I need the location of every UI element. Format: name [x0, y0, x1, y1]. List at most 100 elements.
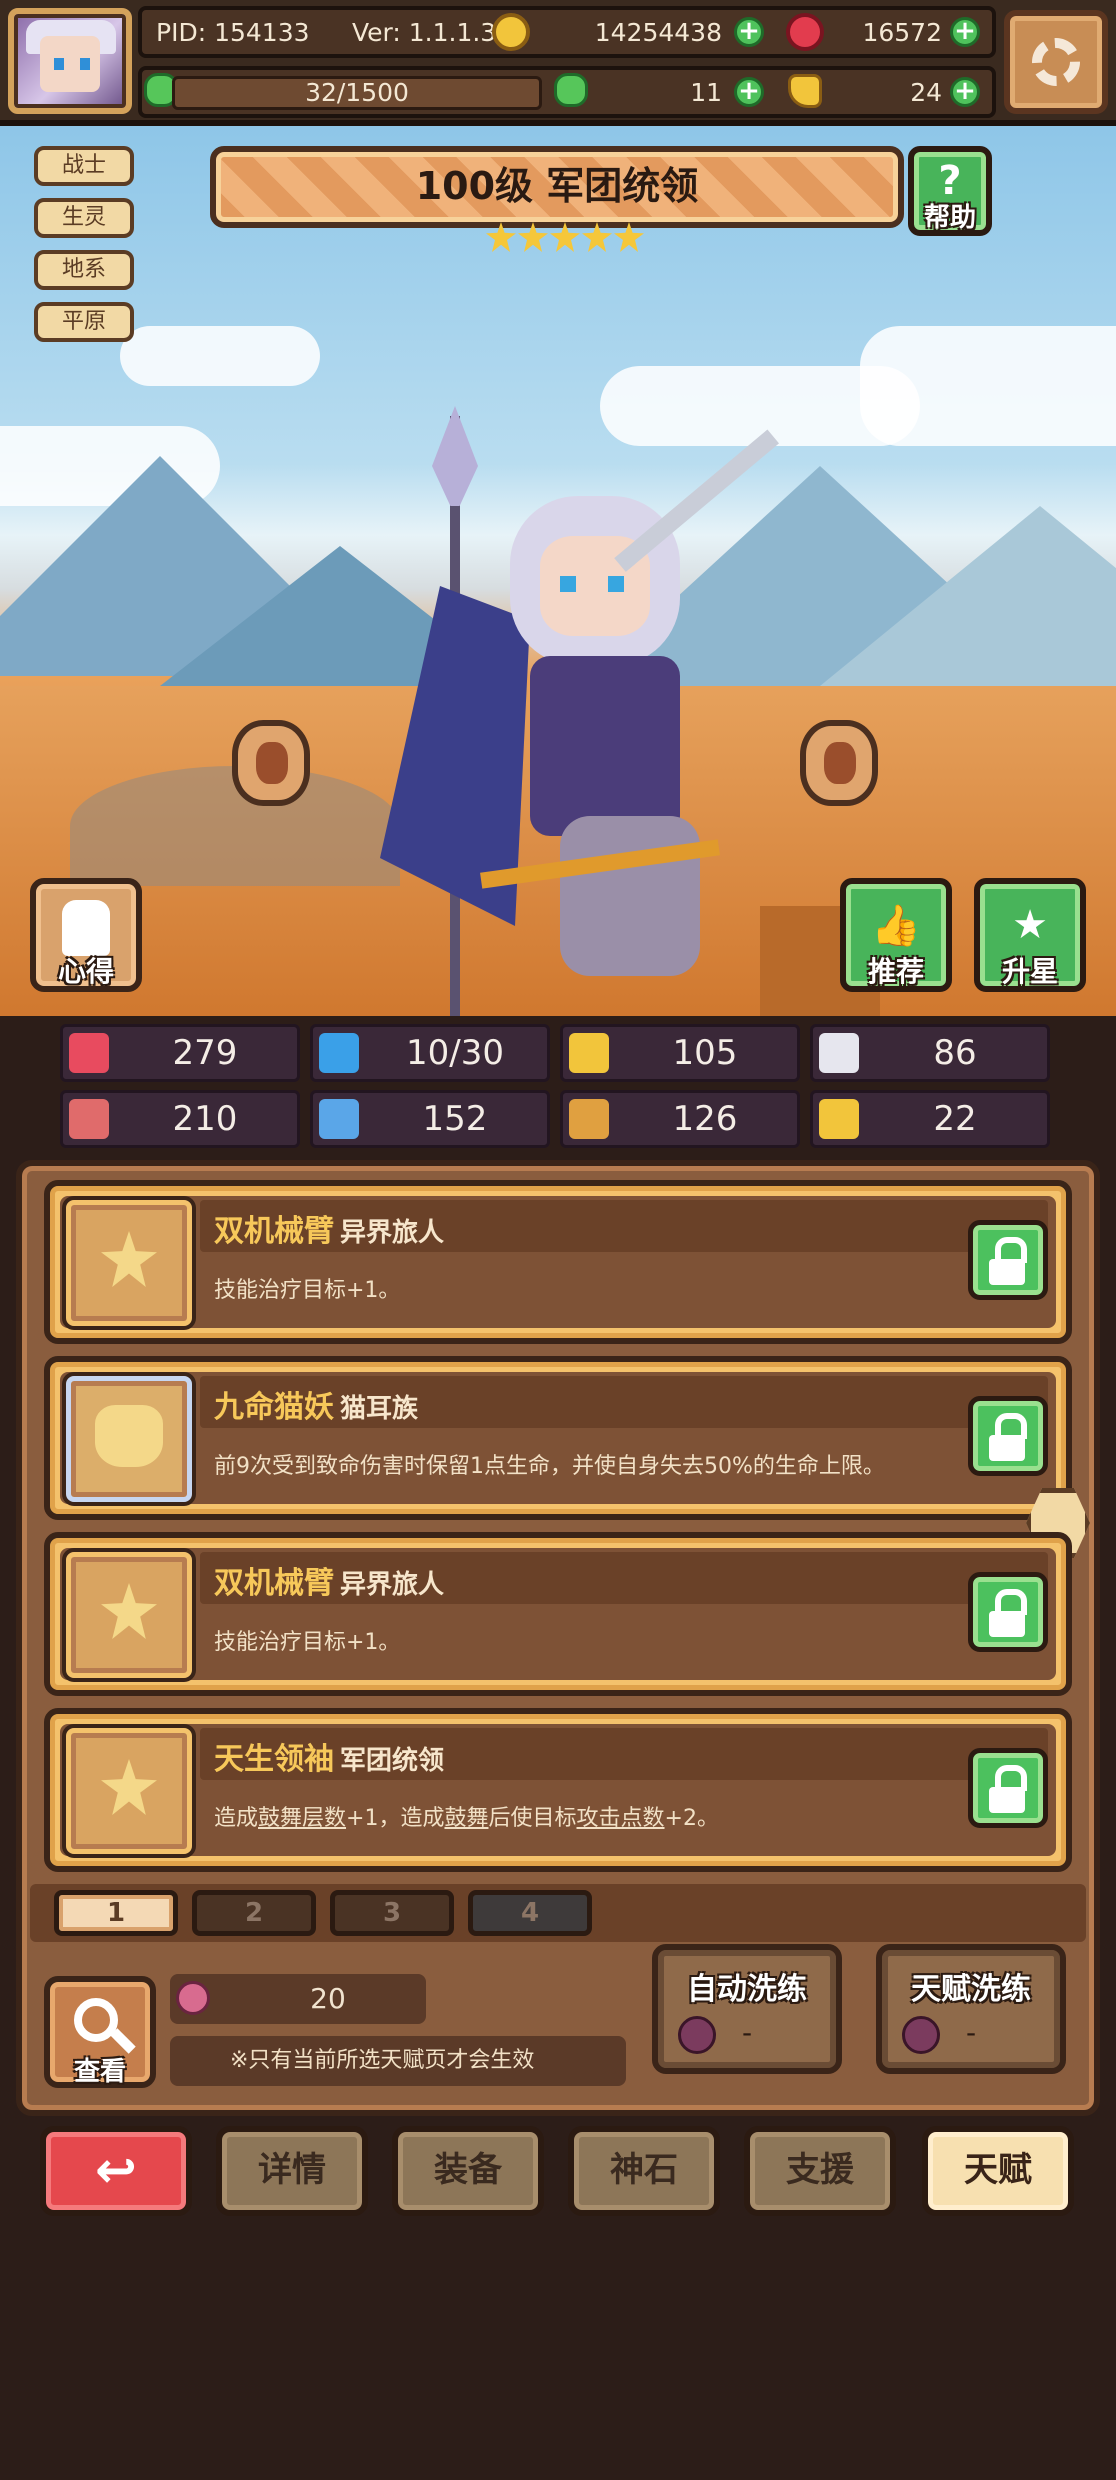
view-label: 查看: [73, 2057, 126, 2087]
talent-wash-button[interactable]: 天赋洗练 -: [876, 1944, 1066, 2074]
lock-button[interactable]: [968, 1572, 1048, 1652]
star-up-label: 升星: [1001, 955, 1058, 988]
talent-name: 双机械臂: [214, 1214, 334, 1249]
talent-wash-label: 天赋洗练: [911, 1972, 1031, 2007]
previous-hero-button[interactable]: [232, 720, 310, 806]
fruit-count: 20: [310, 1982, 346, 2015]
gold-amount: 14254438: [594, 18, 722, 47]
fist-icon: [69, 1099, 109, 1139]
tag-class: 战士: [34, 146, 134, 186]
fruit-counter: 20: [170, 1974, 426, 2024]
red-gem-icon: [786, 13, 824, 51]
talent-page-tab-4[interactable]: 4: [468, 1890, 592, 1936]
horseshoe-icon: [819, 1099, 859, 1139]
stat-tile: 105: [560, 1024, 800, 1082]
help-button[interactable]: ? 帮助: [908, 146, 992, 236]
next-hero-button[interactable]: [800, 720, 878, 806]
back-button[interactable]: ↩: [40, 2126, 192, 2216]
nav-support[interactable]: 支援: [744, 2126, 896, 2216]
talent-race: 异界旅人: [340, 1570, 445, 1600]
stat-value: 105: [672, 1033, 738, 1073]
gem-amount: 16572: [862, 18, 942, 47]
talent-description: 技能治疗目标+1。: [214, 1630, 401, 1655]
stat-tile: 279: [60, 1024, 300, 1082]
stat-tile: 86: [810, 1024, 1050, 1082]
stat-value: 86: [933, 1033, 977, 1073]
talent-page-tab-2[interactable]: 2: [192, 1890, 316, 1936]
talent-card[interactable]: 双机械臂 异界旅人 技能治疗目标+1。: [44, 1532, 1072, 1696]
lock-button[interactable]: [968, 1220, 1048, 1300]
talent-star-icon: [66, 1552, 192, 1678]
talent-name: 天生领袖: [214, 1742, 334, 1777]
star-icon: [486, 222, 516, 252]
add-clover-button[interactable]: +: [734, 77, 764, 107]
thumbs-up-icon: 👍: [871, 903, 921, 949]
talent-card[interactable]: 双机械臂 异界旅人 技能治疗目标+1。: [44, 1180, 1072, 1344]
player-id: PID: 154133: [156, 18, 310, 47]
talent-wash-cost: -: [965, 2016, 977, 2049]
talent-star-icon: [66, 1728, 192, 1854]
shield-icon: [569, 1033, 609, 1073]
talent-race: 军团统领: [340, 1746, 445, 1776]
clover-amount: 11: [690, 78, 722, 107]
clover-icon: [554, 73, 588, 107]
star-up-button[interactable]: ★ 升星: [974, 878, 1086, 992]
stat-value: 126: [672, 1099, 738, 1139]
talent-card[interactable]: 九命猫妖 猫耳族 前9次受到致命伤害时保留1点生命，并使自身失去50%的生命上限…: [44, 1356, 1072, 1520]
talent-page-note: ※只有当前所选天赋页才会生效: [170, 2036, 626, 2086]
auto-wash-label: 自动洗练: [687, 1972, 807, 2007]
fruit-icon: [176, 1981, 210, 2015]
talent-description: 技能治疗目标+1。: [214, 1278, 401, 1303]
insight-label: 心得: [57, 955, 114, 988]
talent-race: 猫耳族: [340, 1394, 419, 1424]
help-label: 帮助: [923, 203, 976, 233]
lock-button[interactable]: [968, 1396, 1048, 1476]
view-button[interactable]: 查看: [44, 1976, 156, 2088]
stat-tile: 126: [560, 1090, 800, 1148]
recommend-label: 推荐: [867, 955, 924, 988]
star-icon: [582, 222, 612, 252]
add-ticket-button[interactable]: +: [950, 77, 980, 107]
nav-equipment[interactable]: 装备: [392, 2126, 544, 2216]
stat-tile: 10/30: [310, 1024, 550, 1082]
hero-title-banner: 100级 军团统领: [210, 146, 904, 228]
helmet-icon: [62, 900, 110, 956]
top-info-strip: PID: 154133 Ver: 1.1.1.3 14254438 + 1657…: [138, 6, 996, 58]
hero-star-rating: [486, 222, 644, 258]
lock-button[interactable]: [968, 1748, 1048, 1828]
nav-godstone[interactable]: 神石: [568, 2126, 720, 2216]
talent-page-tab-1[interactable]: 1: [54, 1890, 178, 1936]
nav-talent[interactable]: 天赋: [922, 2126, 1074, 2216]
nav-details[interactable]: 详情: [216, 2126, 368, 2216]
ticket-amount: 24: [910, 78, 942, 107]
hero-title: 100级 军团统领: [415, 164, 699, 208]
auto-wash-button[interactable]: 自动洗练 -: [652, 1944, 842, 2074]
stat-value: 210: [172, 1099, 238, 1139]
talent-page-tab-3[interactable]: 3: [330, 1890, 454, 1936]
stat-tile: 210: [60, 1090, 300, 1148]
star-icon: [518, 222, 548, 252]
add-gold-button[interactable]: +: [734, 17, 764, 47]
hero-sprite[interactable]: [360, 406, 780, 1016]
talent-cat-icon: [66, 1376, 192, 1502]
heart-icon: [69, 1033, 109, 1073]
talent-race: 异界旅人: [340, 1218, 445, 1248]
insight-button[interactable]: 心得: [30, 878, 142, 992]
talent-card[interactable]: 天生领袖 军团统领 造成鼓舞层数+1，造成鼓舞后使目标攻击点数+2。: [44, 1708, 1072, 1872]
recommend-button[interactable]: 👍 推荐: [840, 878, 952, 992]
tag-terrain: 平原: [34, 302, 134, 342]
tag-element: 地系: [34, 250, 134, 290]
talent-description: 前9次受到致命伤害时保留1点生命，并使自身失去50%的生命上限。: [214, 1454, 885, 1479]
player-avatar[interactable]: [8, 8, 132, 114]
star-up-icon: ★: [1012, 902, 1048, 948]
add-gem-button[interactable]: +: [950, 17, 980, 47]
star-icon: [614, 222, 644, 252]
wing-icon: [819, 1033, 859, 1073]
boot-icon: [569, 1099, 609, 1139]
stat-tile: 152: [310, 1090, 550, 1148]
settings-button[interactable]: [1004, 10, 1108, 114]
talent-name: 九命猫妖: [214, 1390, 334, 1425]
ticket-icon: [788, 74, 822, 108]
game-version: Ver: 1.1.1.3: [352, 18, 497, 47]
stat-value: 152: [422, 1099, 488, 1139]
